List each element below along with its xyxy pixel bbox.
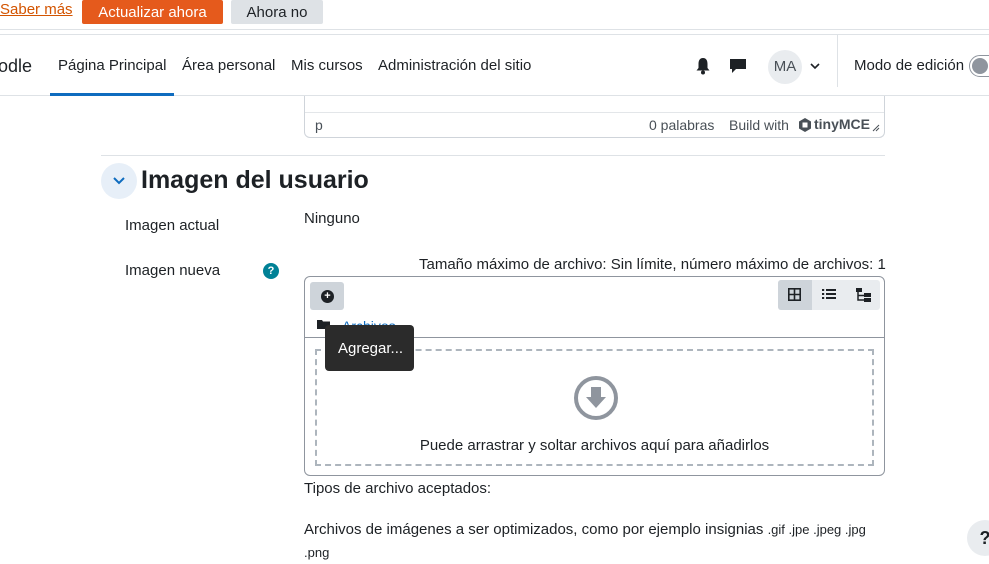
avatar[interactable]: MA <box>768 50 802 84</box>
list-view-button[interactable] <box>812 280 846 310</box>
file-picker: + Archivos <box>304 276 885 476</box>
chevron-down-icon <box>113 177 125 185</box>
tinymce-brand[interactable]: tinyMCE <box>814 116 870 132</box>
drop-zone-text: Puede arrastrar y soltar archivos aquí p… <box>419 437 770 454</box>
nav-dashboard[interactable]: Área personal <box>182 57 275 74</box>
resize-handle-icon[interactable] <box>872 124 880 132</box>
build-with-text: Build with <box>729 117 789 133</box>
download-arrow-icon <box>574 376 618 420</box>
top-navbar: odle Página Principal Área personal Mis … <box>0 34 989 96</box>
new-image-label: Imagen nueva <box>125 262 221 279</box>
accepted-types-heading: Tipos de archivo aceptados: <box>304 480 492 497</box>
update-now-button[interactable]: Actualizar ahora <box>82 0 223 24</box>
current-image-value: Ninguno <box>304 210 360 227</box>
not-now-button[interactable]: Ahora no <box>231 0 323 24</box>
max-file-size-text: Tamaño máximo de archivo: Sin límite, nú… <box>419 256 886 273</box>
accepted-types-description: Archivos de imágenes a ser optimizados, … <box>304 521 764 538</box>
view-switcher <box>778 280 880 310</box>
bell-icon[interactable] <box>695 57 711 75</box>
editor-divider <box>305 112 884 113</box>
tree-view-button[interactable] <box>846 280 880 310</box>
grid-view-icon <box>788 288 801 301</box>
section-collapse-button[interactable] <box>101 163 137 199</box>
add-file-button[interactable]: + <box>310 282 344 310</box>
help-icon[interactable]: ? <box>263 263 279 279</box>
chevron-down-icon[interactable] <box>809 61 821 71</box>
list-view-icon <box>822 289 836 299</box>
editor-element-path[interactable]: p <box>315 117 323 133</box>
accepted-extensions-wrap: .png <box>304 545 330 560</box>
learn-more-link[interactable]: Saber más <box>0 1 73 18</box>
nav-my-courses[interactable]: Mis cursos <box>291 57 363 74</box>
section-title: Imagen del usuario <box>141 166 369 194</box>
tree-view-icon <box>856 288 871 302</box>
edit-mode-label: Modo de edición <box>854 57 965 74</box>
accepted-types-list: Archivos de imágenes a ser optimizados, … <box>304 518 879 564</box>
update-notice-bar: Saber más Actualizar ahora Ahora no <box>0 0 989 30</box>
grid-view-button[interactable] <box>778 280 812 310</box>
edit-mode-toggle[interactable] <box>969 55 989 77</box>
active-nav-indicator <box>50 93 174 96</box>
section-divider <box>101 155 885 156</box>
help-button[interactable]: ? <box>967 520 989 556</box>
nav-home[interactable]: Página Principal <box>58 57 166 74</box>
add-tooltip: Agregar... <box>325 325 414 371</box>
navbar-divider <box>837 35 838 87</box>
site-brand[interactable]: odle <box>0 56 32 77</box>
accepted-extensions: .gif .jpe .jpeg .jpg <box>767 522 866 537</box>
chat-icon[interactable] <box>729 58 747 74</box>
text-editor: p 0 palabras Build with tinyMCE <box>304 96 885 138</box>
tinymce-logo-icon[interactable] <box>797 117 813 133</box>
plus-circle-icon: + <box>321 290 334 303</box>
current-image-label: Imagen actual <box>125 217 220 234</box>
word-count: 0 palabras <box>649 117 715 133</box>
nav-site-admin[interactable]: Administración del sitio <box>378 57 531 74</box>
